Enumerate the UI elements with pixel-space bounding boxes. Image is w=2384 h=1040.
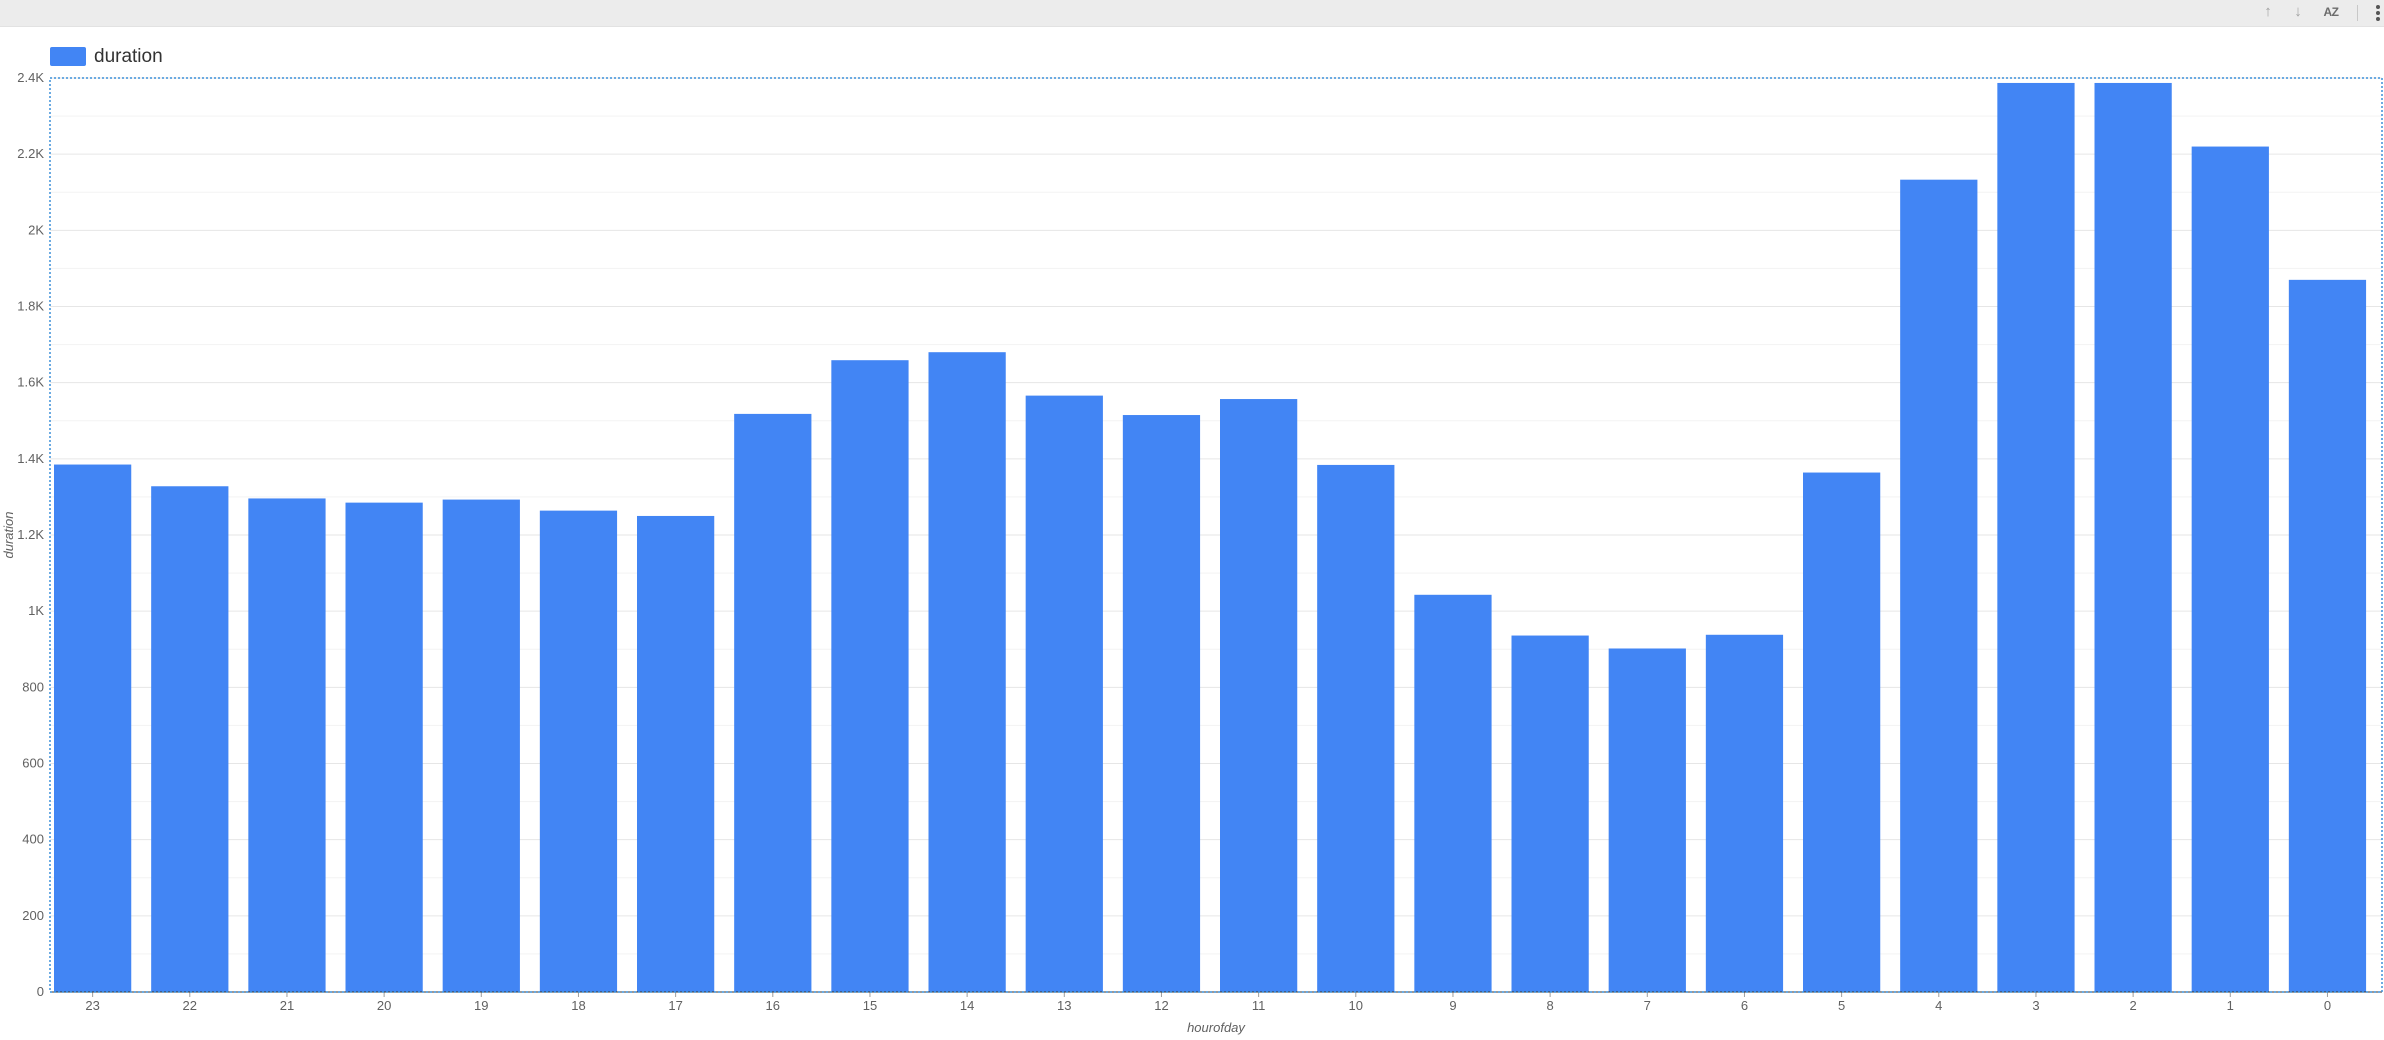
- x-tick-label: 20: [377, 998, 391, 1013]
- bar-12[interactable]: [1122, 415, 1201, 993]
- x-tick-label: 14: [960, 998, 974, 1013]
- bar-21[interactable]: [248, 498, 326, 992]
- x-tick-label: 2: [2130, 998, 2137, 1013]
- x-tick-label: 0: [2324, 998, 2331, 1013]
- y-tick-label: 2.4K: [17, 70, 44, 85]
- x-tick-label: 10: [1349, 998, 1363, 1013]
- bar-18[interactable]: [539, 510, 618, 992]
- y-tick-label: 400: [22, 832, 44, 847]
- bar-11[interactable]: [1220, 399, 1298, 993]
- x-tick-label: 15: [863, 998, 877, 1013]
- bar-14[interactable]: [928, 352, 1006, 992]
- x-tick-label: 5: [1838, 998, 1845, 1013]
- bar-chart: 02004006008001K1.2K1.4K1.6K1.8K2K2.2K2.4…: [1, 70, 2383, 1035]
- y-tick-label: 800: [22, 679, 44, 694]
- y-tick-label: 1.2K: [17, 527, 44, 542]
- y-tick-label: 600: [22, 756, 44, 771]
- y-tick-label: 1.4K: [17, 451, 44, 466]
- bar-13[interactable]: [1025, 395, 1103, 992]
- x-tick-label: 8: [1547, 998, 1554, 1013]
- bar-4[interactable]: [1900, 179, 1978, 992]
- x-tick-label: 18: [571, 998, 585, 1013]
- bar-10[interactable]: [1317, 464, 1395, 993]
- x-tick-label: 23: [85, 998, 99, 1013]
- bar-16[interactable]: [734, 413, 812, 992]
- y-tick-label: 1.8K: [17, 299, 44, 314]
- bar-5[interactable]: [1803, 472, 1881, 992]
- bar-7[interactable]: [1608, 648, 1686, 992]
- x-tick-label: 4: [1935, 998, 1942, 1013]
- x-tick-label: 6: [1741, 998, 1748, 1013]
- bar-19[interactable]: [442, 499, 520, 992]
- bar-15[interactable]: [831, 360, 909, 992]
- x-tick-label: 11: [1252, 998, 1266, 1013]
- x-tick-label: 22: [183, 998, 197, 1013]
- x-tick-label: 9: [1449, 998, 1456, 1013]
- bar-3[interactable]: [1997, 82, 2075, 993]
- y-tick-label: 1K: [28, 603, 44, 618]
- bar-20[interactable]: [345, 502, 423, 992]
- x-tick-label: 19: [474, 998, 488, 1013]
- x-tick-label: 1: [2227, 998, 2234, 1013]
- bar-17[interactable]: [637, 515, 715, 992]
- x-axis-title: hourofday: [1187, 1020, 1246, 1035]
- y-axis-title: duration: [1, 512, 16, 559]
- bar-1[interactable]: [2191, 146, 2269, 993]
- y-tick-label: 1.6K: [17, 375, 44, 390]
- bar-9[interactable]: [1414, 594, 1492, 992]
- bar-2[interactable]: [2094, 82, 2172, 993]
- bar-23[interactable]: [54, 464, 132, 992]
- x-tick-label: 7: [1644, 998, 1651, 1013]
- x-tick-label: 3: [2032, 998, 2039, 1013]
- x-tick-label: 16: [766, 998, 780, 1013]
- x-tick-label: 17: [668, 998, 682, 1013]
- bar-22[interactable]: [151, 486, 229, 992]
- x-tick-label: 12: [1154, 998, 1168, 1013]
- y-tick-label: 2K: [28, 222, 44, 237]
- bars: [54, 82, 2367, 993]
- y-tick-label: 200: [22, 908, 44, 923]
- y-tick-label: 2.2K: [17, 146, 44, 161]
- bar-6[interactable]: [1705, 634, 1784, 992]
- bar-0[interactable]: [2288, 279, 2367, 992]
- bar-8[interactable]: [1511, 635, 1589, 992]
- x-tick-label: 13: [1057, 998, 1071, 1013]
- x-tick-label: 21: [280, 998, 294, 1013]
- y-tick-label: 0: [37, 984, 44, 999]
